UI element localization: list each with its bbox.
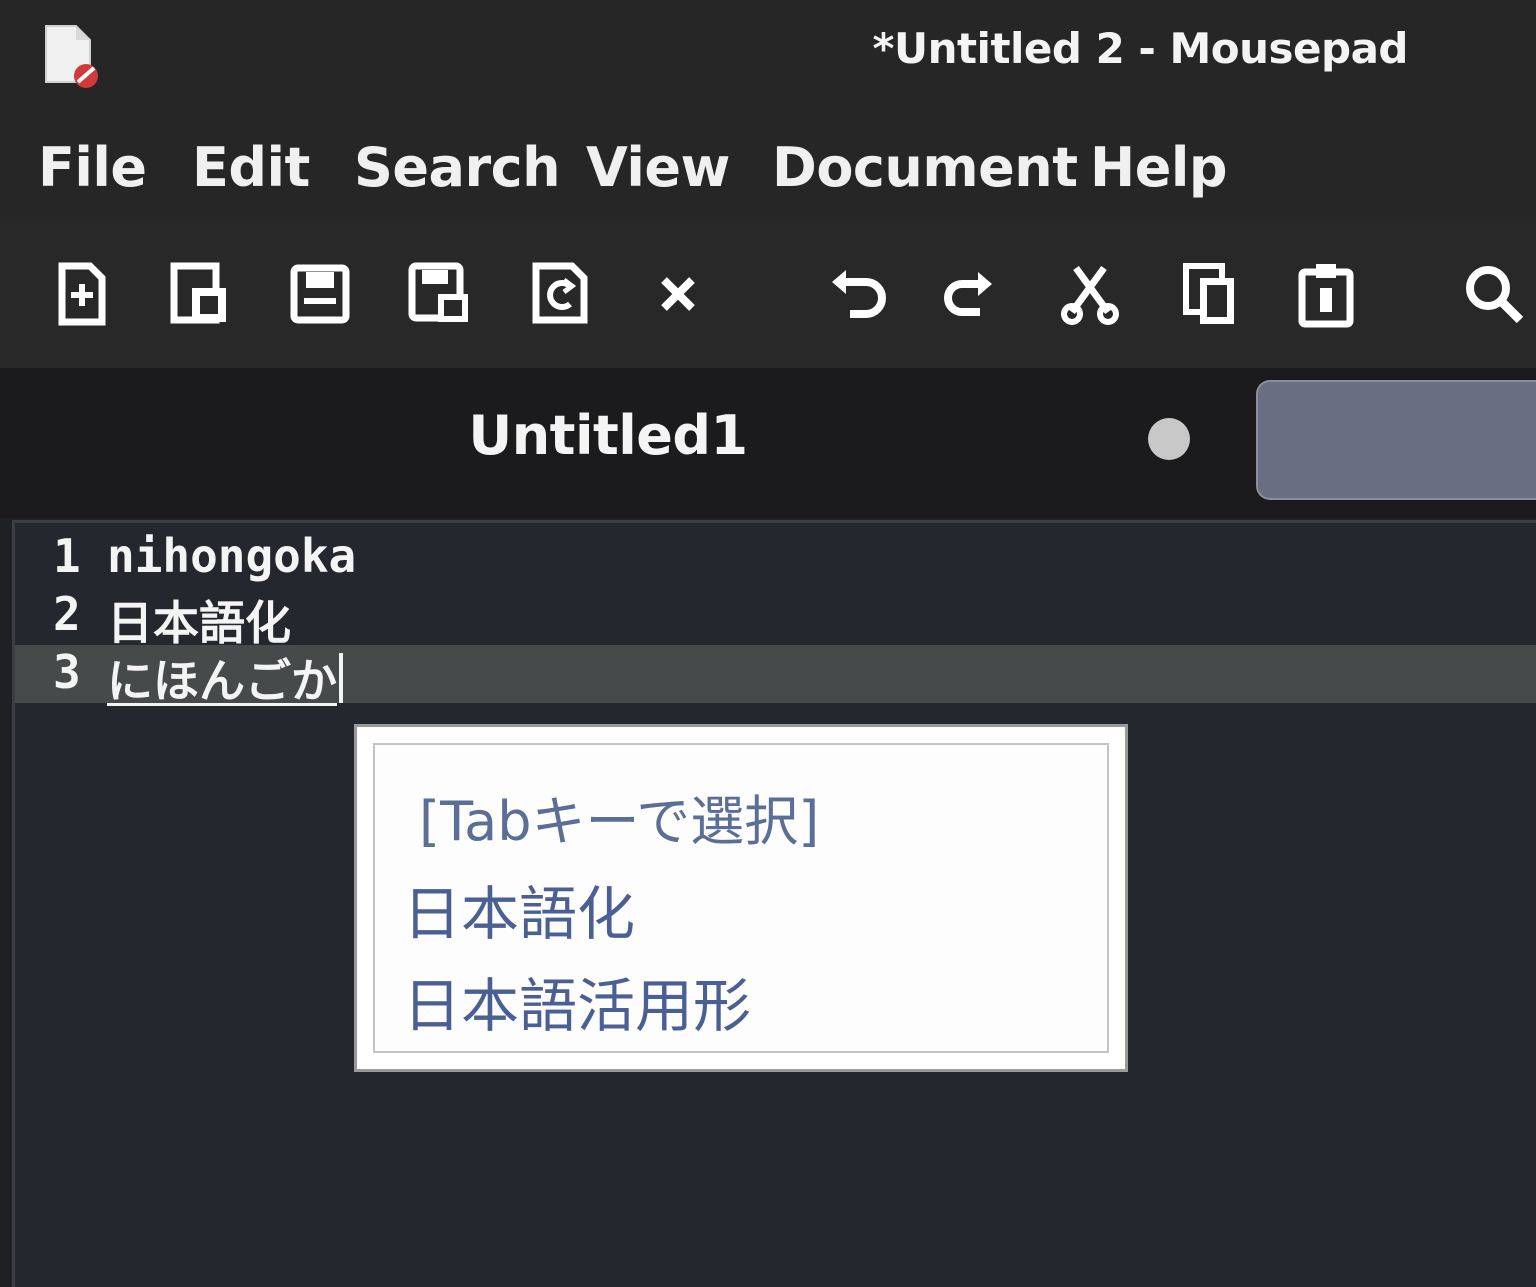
preedit-text-wrapper: にほんごか xyxy=(107,645,343,711)
editor-line: 2 日本語化 xyxy=(15,587,1536,650)
paste-button[interactable] xyxy=(1284,252,1368,336)
line-number: 1 xyxy=(53,529,81,583)
save-button[interactable] xyxy=(278,252,362,336)
text-cursor xyxy=(339,653,343,703)
candidate-list: [Tabキーで選択] 日本語化 日本語活用形 xyxy=(373,743,1109,1053)
undo-icon xyxy=(832,270,886,318)
tab-bar: Untitled1 xyxy=(0,368,1536,518)
toolbar xyxy=(0,220,1536,368)
new-document-icon xyxy=(58,262,106,326)
mousepad-icon[interactable] xyxy=(36,20,106,90)
redo-button[interactable] xyxy=(926,252,1010,336)
candidate-item[interactable]: 日本語化 xyxy=(403,867,635,951)
new-document-button[interactable] xyxy=(40,252,124,336)
cut-icon xyxy=(1061,265,1119,325)
tab-untitled2[interactable] xyxy=(1256,380,1536,500)
preedit-text: にほんごか xyxy=(107,654,337,708)
menu-document[interactable]: Document xyxy=(772,136,1078,199)
tab-untitled1[interactable]: Untitled1 xyxy=(18,368,1240,518)
new-window-icon xyxy=(170,262,226,324)
window-title: *Untitled 2 - Mousepad xyxy=(872,24,1409,73)
paste-icon xyxy=(1298,264,1354,328)
title-bar: *Untitled 2 - Mousepad xyxy=(0,0,1536,110)
save-icon xyxy=(290,264,350,324)
copy-button[interactable] xyxy=(1168,252,1252,336)
revert-icon xyxy=(532,262,588,324)
copy-icon xyxy=(1183,263,1234,324)
line-number: 2 xyxy=(53,587,81,641)
dot-icon[interactable] xyxy=(1148,418,1190,460)
menu-file[interactable]: File xyxy=(38,136,147,199)
search-icon xyxy=(1466,266,1524,324)
tab-label: Untitled1 xyxy=(468,404,748,467)
search-button[interactable] xyxy=(1452,252,1536,336)
menu-help[interactable]: Help xyxy=(1090,136,1227,199)
close-document-button[interactable] xyxy=(636,252,720,336)
current-line: 3 にほんごか xyxy=(15,645,1536,708)
menu-edit[interactable]: Edit xyxy=(192,136,310,199)
menu-search[interactable]: Search xyxy=(354,136,561,199)
line-number: 3 xyxy=(53,645,81,699)
candidate-hint: [Tabキーで選択] xyxy=(419,790,820,853)
menu-view[interactable]: View xyxy=(586,136,730,199)
undo-button[interactable] xyxy=(814,252,898,336)
menu-bar: File Edit Search View Document Help xyxy=(0,110,1536,220)
close-icon xyxy=(661,277,695,311)
candidate-item[interactable]: 日本語活用形 xyxy=(403,959,751,1043)
line-text: 日本語化 xyxy=(107,596,291,650)
line-text: nihongoka xyxy=(107,529,357,583)
cut-button[interactable] xyxy=(1048,252,1132,336)
new-window-button[interactable] xyxy=(158,252,242,336)
save-as-button[interactable] xyxy=(398,252,482,336)
editor-line: 1 nihongoka xyxy=(15,529,1536,587)
save-as-icon xyxy=(408,262,468,322)
redo-icon xyxy=(944,272,992,316)
revert-button[interactable] xyxy=(518,252,602,336)
ime-candidate-popup: [Tabキーで選択] 日本語化 日本語活用形 xyxy=(354,724,1128,1072)
